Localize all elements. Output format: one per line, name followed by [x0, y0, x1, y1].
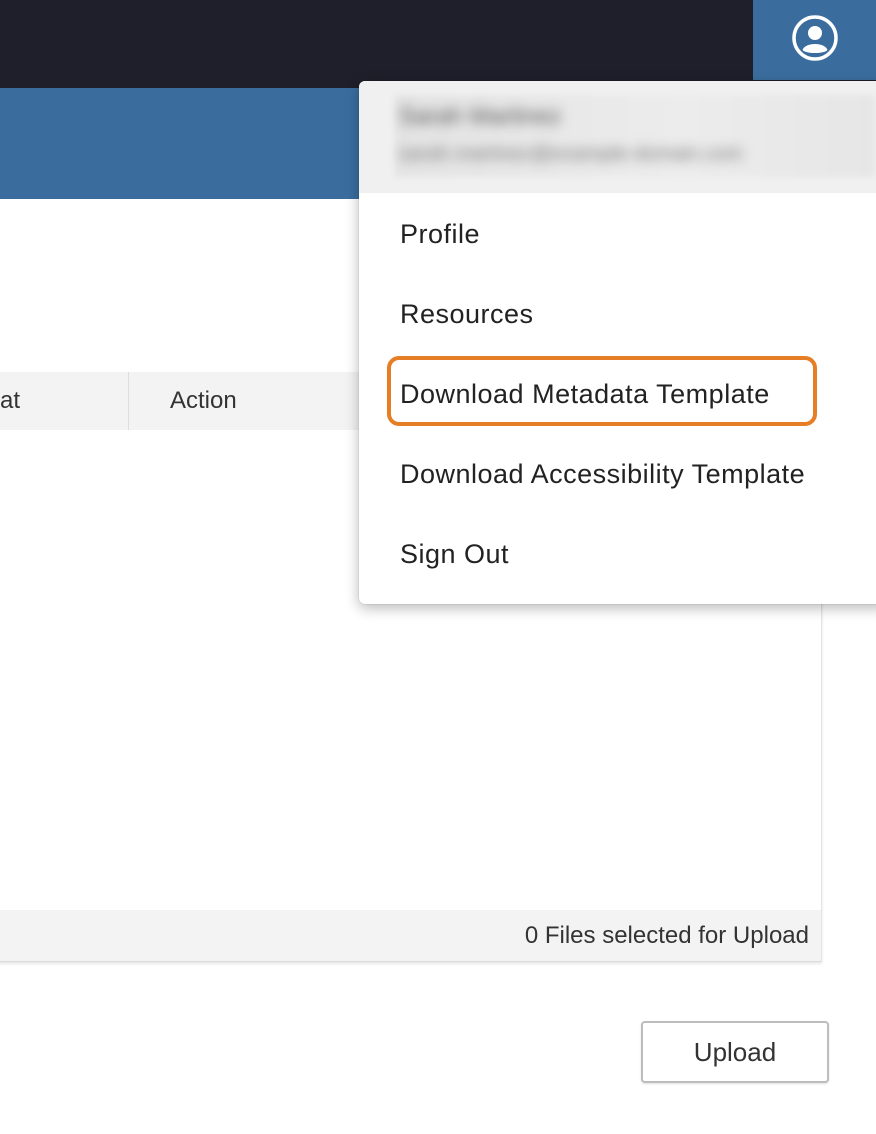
menu-item-download-metadata-template[interactable]: Download Metadata Template [400, 372, 770, 416]
menu-item-download-accessibility-template[interactable]: Download Accessibility Template [400, 452, 805, 496]
table-row [0, 718, 821, 815]
user-dropdown-menu: Sarah Martinez sarah.martinez@example-do… [359, 81, 876, 604]
user-email: sarah.martinez@example-domain.com [399, 143, 743, 165]
user-name: Sarah Martinez [399, 103, 562, 130]
top-navigation-bar [0, 0, 876, 88]
table-footer: 0 Files selected for Upload [0, 910, 821, 961]
menu-item-resources[interactable]: Resources [400, 292, 534, 336]
table-row [0, 622, 821, 719]
upload-button[interactable]: Upload [641, 1021, 829, 1083]
user-menu-button[interactable] [753, 0, 876, 80]
user-info-section: Sarah Martinez sarah.martinez@example-do… [359, 81, 876, 193]
files-selected-status: 0 Files selected for Upload [524, 922, 809, 949]
menu-item-sign-out[interactable]: Sign Out [400, 532, 509, 576]
menu-item-profile[interactable]: Profile [400, 212, 480, 256]
column-header-action: Action [170, 387, 237, 414]
user-circle-icon [790, 13, 840, 68]
column-header-format: at [0, 387, 21, 414]
column-divider [128, 372, 129, 430]
table-row [0, 814, 821, 911]
